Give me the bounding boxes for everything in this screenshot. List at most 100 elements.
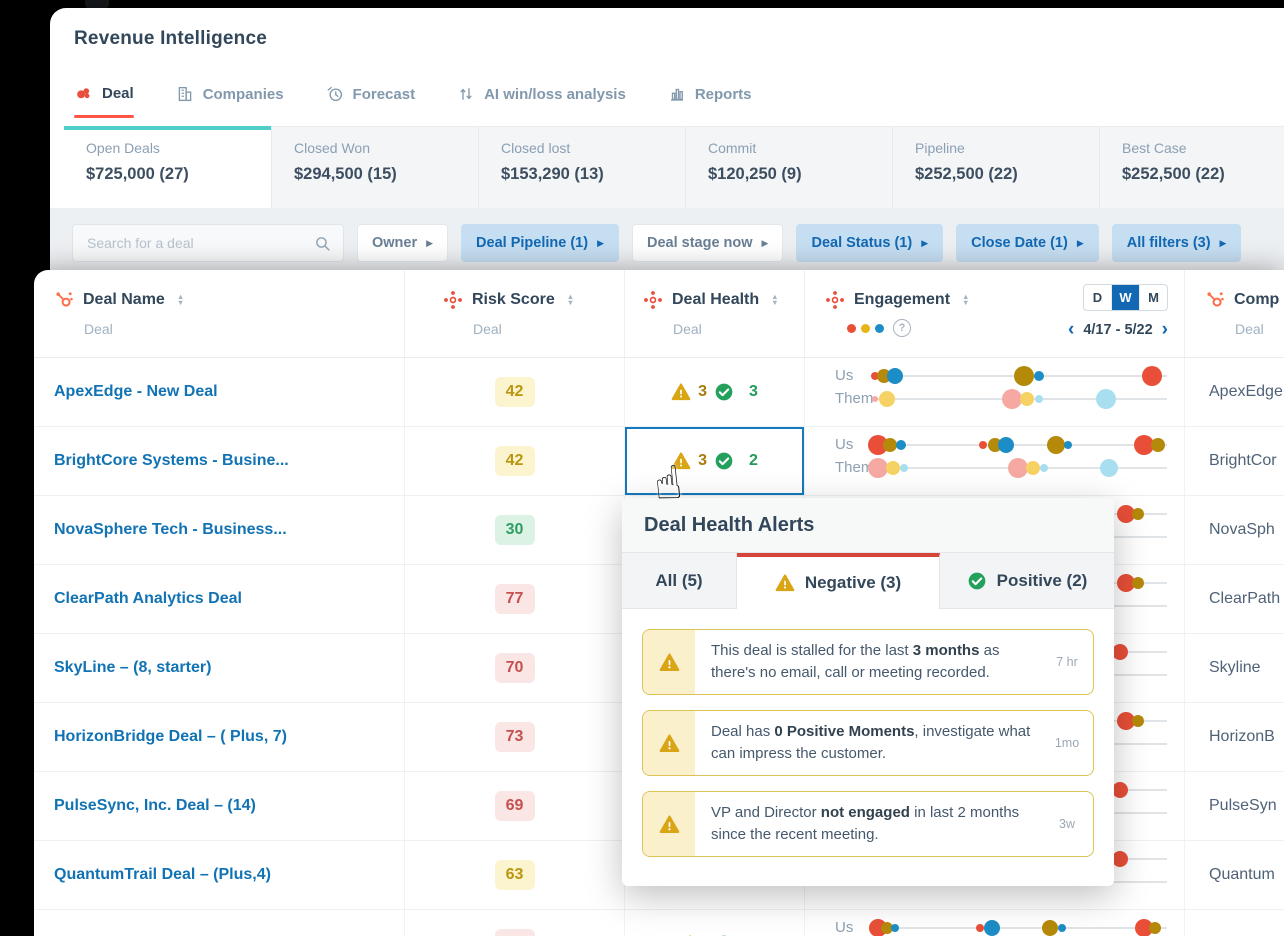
hubspot-icon	[1205, 290, 1225, 310]
popup-tab-negative-3-[interactable]: Negative (3)	[737, 553, 940, 609]
legend-dot	[875, 324, 884, 333]
summary-card-open-deals[interactable]: Open Deals $725,000 (27)	[64, 126, 271, 210]
filter-button-owner[interactable]: Owner▶	[357, 224, 448, 262]
health-alert-card: This deal is stalled for the last 3 mont…	[642, 629, 1094, 695]
engagement-dot-red	[1112, 644, 1128, 660]
sort-toggle[interactable]: ▲▼	[771, 294, 778, 307]
period-option-m[interactable]: M	[1139, 285, 1167, 310]
summary-card-pipeline[interactable]: Pipeline$252,500 (22)	[892, 126, 1099, 210]
deal-name-link[interactable]: QuantumTrail Deal – (Plus,4)	[54, 866, 271, 884]
help-icon[interactable]: ?	[893, 319, 911, 337]
summary-card-commit[interactable]: Commit$120,250 (9)	[685, 126, 892, 210]
risk-score-cell: 73	[405, 703, 625, 771]
engagement-dot-red	[1112, 851, 1128, 867]
deal-name-link[interactable]: BrightCore Systems - Busine...	[54, 452, 289, 470]
deal-name-link[interactable]: SkyLine – (8, starter)	[54, 659, 211, 677]
popup-tab-all-5-[interactable]: All (5)	[622, 553, 737, 609]
engagement-dot-olive	[1132, 715, 1144, 727]
deal-name-link[interactable]: NovaSphere Tech - Business...	[54, 521, 287, 539]
positive-count: 2	[749, 452, 758, 470]
cursor-pointer-icon: ☝	[651, 455, 685, 512]
popup-tab-positive-2-[interactable]: Positive (2)	[940, 553, 1114, 609]
deal-name-link[interactable]: ClearPath Analytics Deal	[54, 590, 242, 608]
tab-companies[interactable]: Companies	[176, 85, 284, 118]
date-range-label: 4/17 - 5/22	[1083, 322, 1152, 338]
summary-card-best-case[interactable]: Best Case$252,500 (22)	[1099, 126, 1284, 210]
risk-score-cell	[405, 910, 625, 936]
deal-health-cell[interactable]: 33	[625, 358, 805, 426]
sort-toggle[interactable]: ▲▼	[962, 294, 969, 307]
deal-health-cell[interactable]	[625, 910, 805, 936]
filter-button-label: Deal Status (1)	[811, 235, 912, 251]
sort-toggle[interactable]: ▲▼	[567, 294, 574, 307]
column-subtitle: Deal	[673, 321, 804, 337]
risk-score-cell: 77	[405, 565, 625, 633]
tab-forecast[interactable]: Forecast	[326, 85, 416, 118]
search-input[interactable]	[85, 234, 306, 252]
engagement-cell: UsThem	[805, 427, 1185, 495]
summary-card-closed-lost[interactable]: Closed lost$153,290 (13)	[478, 126, 685, 210]
deal-name-link[interactable]: HorizonBridge Deal – ( Plus, 7)	[54, 728, 287, 746]
filter-button-deal-stage-now[interactable]: Deal stage now▶	[632, 224, 783, 262]
filter-button-deal-status-1-[interactable]: Deal Status (1)▶	[796, 224, 943, 262]
filter-bar: Owner▶Deal Pipeline (1)▶Deal stage now▶D…	[50, 208, 1284, 278]
engagement-dot-lblue	[1096, 389, 1116, 409]
filter-button-all-filters-3-[interactable]: All filters (3)▶	[1112, 224, 1242, 262]
legend-dot	[847, 324, 856, 333]
engagement-dot-red	[1112, 782, 1128, 798]
warning-icon	[659, 814, 680, 835]
risk-score-badge: 30	[495, 515, 535, 545]
deal-name-link[interactable]: ApexEdge - New Deal	[54, 383, 218, 401]
tab-deal[interactable]: Deal	[74, 84, 134, 118]
warning-icon	[659, 733, 680, 754]
engagement-dot-lblue	[1040, 464, 1048, 472]
filter-button-label: Close Date (1)	[971, 235, 1068, 251]
sort-toggle[interactable]: ▲▼	[177, 294, 184, 307]
tab-reports[interactable]: Reports	[668, 85, 752, 118]
period-option-d[interactable]: D	[1084, 285, 1111, 310]
tab-label: AI win/loss analysis	[484, 86, 626, 103]
tab-label: Reports	[695, 86, 752, 103]
table-row: UsThem	[34, 910, 1284, 936]
engagement-dot-olive	[1014, 366, 1034, 386]
deal-health-alerts-popup: Deal Health Alerts All (5)Negative (3)Po…	[622, 498, 1114, 886]
negative-count: 3	[698, 452, 707, 470]
caret-right-icon: ▶	[597, 239, 604, 248]
summary-card-value: $120,250 (9)	[708, 165, 892, 184]
filter-button-close-date-1-[interactable]: Close Date (1)▶	[956, 224, 1099, 262]
risk-score-badge: 69	[495, 791, 535, 821]
summary-card-label: Open Deals	[86, 140, 271, 156]
period-option-w[interactable]: W	[1111, 285, 1139, 310]
engagement-dot-red	[1142, 366, 1162, 386]
tab-ai-win-loss-analysis[interactable]: AI win/loss analysis	[457, 85, 626, 118]
filter-button-label: Deal stage now	[647, 235, 753, 251]
filter-button-deal-pipeline-1-[interactable]: Deal Pipeline (1)▶	[461, 224, 619, 262]
risk-score-badge: 70	[495, 653, 535, 683]
deal-name-cell: HorizonBridge Deal – ( Plus, 7)	[34, 703, 405, 771]
column-header-risk-score: Risk Score ▲▼ Deal	[405, 270, 625, 357]
table-row: ApexEdge - New Deal4233UsThemApexEdge	[34, 358, 1284, 427]
alert-warning-strip	[643, 630, 695, 694]
deal-name-link[interactable]: PulseSync, Inc. Deal – (14)	[54, 797, 256, 815]
column-subtitle: Deal	[1235, 321, 1284, 337]
chevron-right-icon[interactable]: ›	[1162, 320, 1168, 339]
summary-card-value: $725,000 (27)	[86, 165, 271, 184]
engagement-dot-lblue	[900, 464, 908, 472]
column-title: Deal Health	[672, 291, 759, 309]
risk-score-badge: 42	[495, 446, 535, 476]
deal-name-cell: BrightCore Systems - Busine...	[34, 427, 405, 495]
engagement-them-label: Them	[835, 390, 873, 407]
chevron-left-icon[interactable]: ‹	[1068, 320, 1074, 339]
search-input-wrap[interactable]	[72, 224, 344, 262]
column-header-deal-health: Deal Health ▲▼ Deal	[625, 270, 805, 357]
check-icon	[714, 451, 734, 471]
risk-score-badge: 77	[495, 584, 535, 614]
summary-cards: Open Deals $725,000 (27)Closed Won$294,50…	[64, 126, 1284, 210]
summary-card-closed-won[interactable]: Closed Won$294,500 (15)	[271, 126, 478, 210]
company-cell: BrightCor	[1185, 427, 1284, 495]
deal-name-cell: ApexEdge - New Deal	[34, 358, 405, 426]
alert-timestamp: 3w	[1041, 792, 1093, 856]
company-cell	[1185, 910, 1284, 936]
engagement-dot-pink	[868, 458, 888, 478]
deal-name-cell: NovaSphere Tech - Business...	[34, 496, 405, 564]
